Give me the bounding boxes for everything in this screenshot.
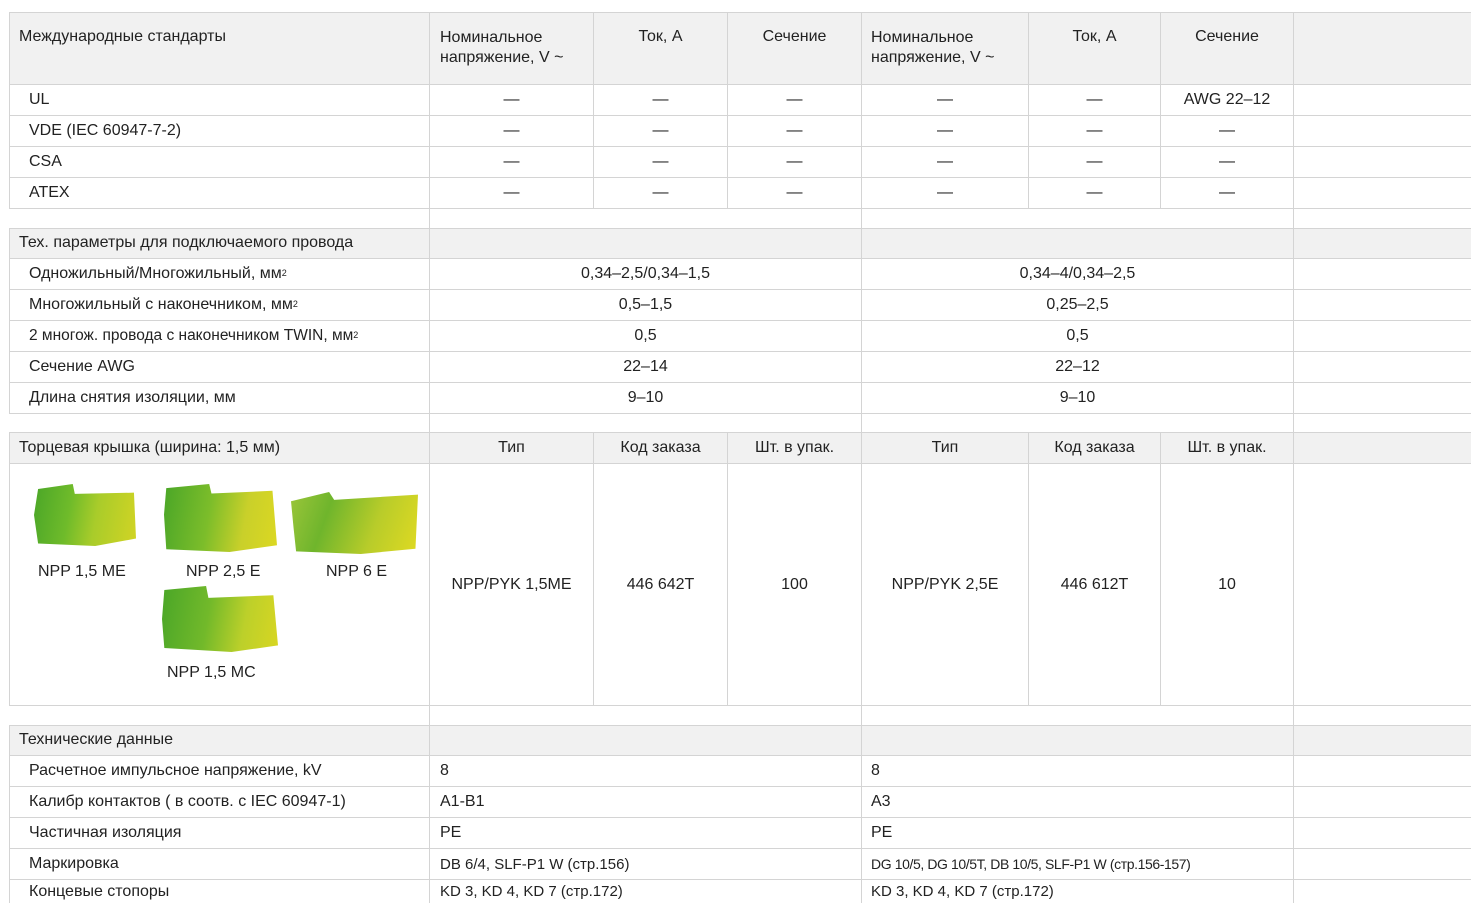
item-type-1: NPP/PYK 1,5ME (451, 575, 572, 593)
table-cell: — (652, 122, 669, 139)
table-cell: — (937, 91, 953, 108)
tech-param-name: Концевые стопоры (29, 882, 170, 900)
item-qty-2: 10 (1218, 575, 1236, 593)
table-cell: — (786, 153, 803, 170)
col-qty-2: Шт. в упак. (1187, 438, 1267, 456)
tech-param-value-2: A3 (871, 793, 891, 810)
wire-param-value-1: 0,34–2,5/0,34–1,5 (580, 265, 710, 282)
wire-param-value-1: 22–14 (623, 358, 668, 375)
col-code-1: Код заказа (620, 438, 701, 456)
product-label: NPP 2,5 E (186, 563, 261, 580)
table-cell: — (503, 122, 520, 139)
standard-name: ATEX (29, 184, 70, 201)
table-cell: — (937, 184, 953, 201)
col-type-2: Тип (931, 438, 959, 456)
table-cell: — (1086, 122, 1103, 139)
tech-param-name: Расчетное импульсное напряжение, kV (29, 762, 322, 779)
product-label: NPP 6 E (326, 563, 388, 580)
tech-param-value-1: PE (440, 824, 462, 841)
table-cell: AWG 22–12 (1183, 91, 1271, 108)
table-cell: — (503, 153, 520, 170)
tech-param-name: Калибр контактов ( в соотв. с IEC 60947-… (29, 793, 346, 810)
table-cell: — (652, 91, 669, 108)
end-cap-npp-1-5-me-image (34, 484, 136, 546)
table-cell: — (786, 184, 803, 201)
end-cap-npp-2-5-e-image (164, 484, 277, 552)
col-section-1: Сечение (762, 28, 827, 45)
standard-name: CSA (29, 153, 62, 170)
col-qty-1: Шт. в упак. (754, 438, 835, 456)
product-label: NPP 1,5 ME (38, 563, 126, 580)
wire-param-value-2: 9–10 (1059, 389, 1096, 406)
table-cell: — (1086, 184, 1103, 201)
tech-param-value-1: 8 (440, 762, 449, 779)
standard-name: UL (29, 91, 50, 108)
table-cell: — (786, 122, 803, 139)
wire-param-value-2: 0,25–2,5 (1046, 296, 1109, 313)
tech-param-value-2: 8 (871, 762, 880, 779)
col-current-2: Ток, A (1072, 28, 1117, 45)
wire-param-value-2: 22–12 (1055, 358, 1100, 375)
standards-title: Международные стандарты (19, 28, 226, 45)
table-cell: — (1086, 91, 1103, 108)
item-code-2: 446 612T (1060, 575, 1129, 593)
wire-params-title: Тех. параметры для подключаемого провода (19, 234, 354, 251)
wire-param-value-1: 0,5–1,5 (618, 296, 673, 313)
col-section-2: Сечение (1195, 28, 1259, 45)
tech-param-name: Маркировка (29, 855, 119, 872)
table-cell: — (786, 91, 803, 108)
table-cell: — (1219, 153, 1235, 170)
table-cell: — (1086, 153, 1103, 170)
table-cell: — (652, 184, 669, 201)
col-voltage-2: Номинальное напряжение, V ~ (871, 29, 995, 66)
col-type-1: Тип (498, 438, 525, 456)
table-cell: — (937, 153, 953, 170)
col-code-2: Код заказа (1054, 438, 1135, 456)
tech-data-title: Технические данные (19, 731, 174, 748)
table-cell: — (503, 91, 520, 108)
standard-name: VDE (IEC 60947-7-2) (29, 122, 182, 139)
product-label: NPP 1,5 MC (167, 664, 256, 681)
endcap-title: Торцевая крышка (ширина: 1,5 мм) (19, 438, 281, 456)
col-voltage-1: Номинальное напряжение, V ~ (440, 29, 564, 66)
wire-param-name: Сечение AWG (29, 358, 135, 375)
table-cell: — (652, 153, 669, 170)
tech-param-value-1: DB 6/4, SLF-P1 W (стр.156) (440, 855, 630, 873)
wire-param-value-1: 0,5 (634, 327, 657, 344)
item-qty-1: 100 (781, 575, 808, 593)
wire-param-value-2: 0,34–4/0,34–2,5 (1019, 265, 1136, 282)
wire-param-name: Одножильный/Многожильный, мм 2 (29, 265, 287, 282)
wire-param-value-2: 0,5 (1066, 327, 1089, 344)
tech-param-value-1: A1-B1 (440, 793, 485, 810)
tech-param-value-2: KD 3, KD 4, KD 7 (стр.172) (871, 883, 1054, 900)
table-cell: — (503, 184, 520, 201)
end-cap-npp-1-5-mc-image (162, 586, 278, 652)
col-current-1: Ток, A (638, 28, 683, 45)
table-cell: — (1219, 184, 1235, 201)
item-code-1: 446 642T (626, 575, 695, 593)
wire-param-name: Многожильный с наконечником, мм 2 (29, 296, 298, 313)
table-cell: — (937, 122, 953, 139)
end-cap-npp-6-e-image (291, 491, 418, 554)
tech-param-value-2: PE (871, 824, 893, 841)
tech-param-value-1: KD 3, KD 4, KD 7 (стр.172) (440, 883, 623, 900)
wire-param-value-1: 9–10 (627, 389, 664, 406)
table-cell: — (1219, 122, 1235, 139)
wire-param-name: 2 многож. провода с наконечником TWIN, м… (29, 327, 359, 344)
item-type-2: NPP/PYK 2,5E (891, 575, 999, 593)
tech-param-value-2: DG 10/5, DG 10/5T, DB 10/5, SLF-P1 W (ст… (871, 856, 1191, 872)
tech-param-name: Частичная изоляция (29, 824, 182, 841)
wire-param-name: Длина снятия изоляции, мм (29, 389, 236, 406)
